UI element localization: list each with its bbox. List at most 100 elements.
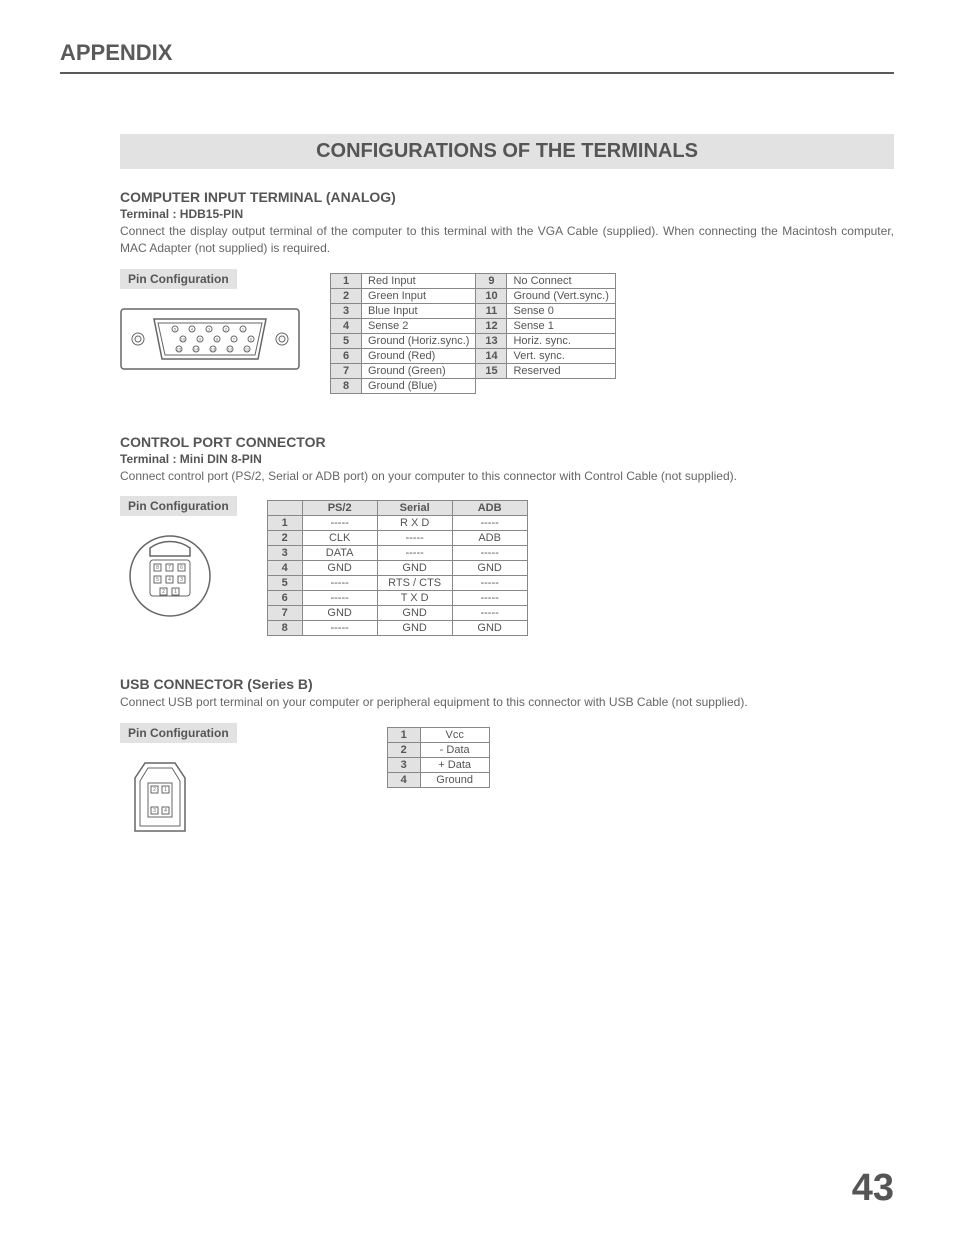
pin-value: DATA — [302, 546, 377, 561]
svg-text:2: 2 — [153, 787, 156, 793]
pin-number: 1 — [331, 273, 362, 288]
pin-number: 1 — [267, 516, 302, 531]
terminal-line: Terminal : Mini DIN 8-PIN — [120, 452, 894, 466]
pin-label: Ground (Vert.sync.) — [507, 288, 615, 303]
pin-label: Blue Input — [362, 303, 476, 318]
pin-value: GND — [302, 606, 377, 621]
minidin8-diagram: 876 543 21 — [120, 526, 237, 626]
svg-text:8: 8 — [216, 336, 219, 341]
pin-value: ----- — [302, 591, 377, 606]
pin-value: ----- — [302, 516, 377, 531]
pin-value: ADB — [452, 531, 527, 546]
description: Connect USB port terminal on your comput… — [120, 694, 894, 711]
svg-text:13: 13 — [211, 346, 216, 351]
section-computer-input: COMPUTER INPUT TERMINAL (ANALOG) Termina… — [120, 189, 894, 394]
pin-number: 6 — [267, 591, 302, 606]
description: Connect the display output terminal of t… — [120, 223, 894, 257]
minidin8-pin-table: PS/2SerialADB1-----R X D-----2CLK-----AD… — [267, 500, 528, 636]
pin-config-block: Pin Configuration 21 34 — [120, 723, 237, 843]
pin-number: 2 — [331, 288, 362, 303]
pin-label: Ground (Horiz.sync.) — [362, 333, 476, 348]
svg-text:5: 5 — [174, 326, 177, 331]
pin-value: GND — [452, 621, 527, 636]
col-header: PS/2 — [302, 501, 377, 516]
sub-title: COMPUTER INPUT TERMINAL (ANALOG) — [120, 189, 894, 205]
svg-text:7: 7 — [168, 565, 171, 571]
pin-label: Ground (Red) — [362, 348, 476, 363]
hdb15-diagram: 54321 109876 1514131211 — [120, 299, 300, 379]
pin-config-block: Pin Configuration 54321 109876 — [120, 269, 300, 379]
pin-label: Red Input — [362, 273, 476, 288]
pin-config-block: Pin Configuration 876 543 — [120, 496, 237, 626]
pin-value: GND — [377, 606, 452, 621]
pin-label: Sense 1 — [507, 318, 615, 333]
description: Connect control port (PS/2, Serial or AD… — [120, 468, 894, 485]
pin-number: 12 — [476, 318, 507, 333]
pin-value: ----- — [452, 606, 527, 621]
pin-label: Horiz. sync. — [507, 333, 615, 348]
pin-number: 4 — [267, 561, 302, 576]
pin-label: Sense 0 — [507, 303, 615, 318]
pin-config-label: Pin Configuration — [120, 723, 237, 743]
svg-text:3: 3 — [180, 577, 183, 583]
pin-number: 3 — [331, 303, 362, 318]
svg-text:6: 6 — [180, 565, 183, 571]
section-title: CONFIGURATIONS OF THE TERMINALS — [120, 134, 894, 169]
svg-text:4: 4 — [191, 326, 194, 331]
pin-label: Ground — [420, 773, 489, 788]
pin-config-label: Pin Configuration — [120, 496, 237, 516]
svg-text:1: 1 — [174, 589, 177, 595]
pin-number: 7 — [331, 363, 362, 378]
svg-text:3: 3 — [153, 808, 156, 814]
pin-config-label: Pin Configuration — [120, 269, 237, 289]
pin-value: CLK — [302, 531, 377, 546]
svg-text:4: 4 — [168, 577, 171, 583]
pin-value: RTS / CTS — [377, 576, 452, 591]
pin-value: ----- — [452, 516, 527, 531]
page-number: 43 — [852, 1167, 894, 1210]
pin-value: ----- — [377, 546, 452, 561]
svg-text:2: 2 — [225, 326, 228, 331]
svg-text:12: 12 — [228, 346, 233, 351]
pin-number: 8 — [331, 378, 362, 393]
col-header: ADB — [452, 501, 527, 516]
svg-text:3: 3 — [208, 326, 211, 331]
pin-value: GND — [377, 621, 452, 636]
pin-number: 2 — [387, 743, 420, 758]
svg-text:1: 1 — [242, 326, 245, 331]
hdb15-pin-table: 1Red Input9No Connect2Green Input10Groun… — [330, 273, 616, 394]
pin-number: 15 — [476, 363, 507, 378]
svg-text:2: 2 — [162, 589, 165, 595]
pin-label: Ground (Green) — [362, 363, 476, 378]
pin-value: GND — [452, 561, 527, 576]
pin-number: 13 — [476, 333, 507, 348]
pin-value: ----- — [377, 531, 452, 546]
svg-text:1: 1 — [164, 787, 167, 793]
col-header: Serial — [377, 501, 452, 516]
pin-number: 1 — [387, 728, 420, 743]
pin-number: 4 — [331, 318, 362, 333]
pin-number: 5 — [331, 333, 362, 348]
pin-number: 4 — [387, 773, 420, 788]
pin-number: 5 — [267, 576, 302, 591]
pin-number: 8 — [267, 621, 302, 636]
section-usb: USB CONNECTOR (Series B) Connect USB por… — [120, 676, 894, 843]
pin-value: R X D — [377, 516, 452, 531]
section-control-port: CONTROL PORT CONNECTOR Terminal : Mini D… — [120, 434, 894, 637]
terminal-line: Terminal : HDB15-PIN — [120, 207, 894, 221]
pin-value: ----- — [302, 576, 377, 591]
pin-number: 3 — [267, 546, 302, 561]
usb-pin-table: 1Vcc2- Data3+ Data4Ground — [387, 727, 490, 788]
pin-label: Ground (Blue) — [362, 378, 476, 393]
pin-label: - Data — [420, 743, 489, 758]
pin-value: ----- — [452, 591, 527, 606]
pin-label: + Data — [420, 758, 489, 773]
pin-value: ----- — [452, 546, 527, 561]
pin-number: 2 — [267, 531, 302, 546]
pin-number: 9 — [476, 273, 507, 288]
pin-number: 6 — [331, 348, 362, 363]
sub-title: CONTROL PORT CONNECTOR — [120, 434, 894, 450]
pin-number: 3 — [387, 758, 420, 773]
svg-text:5: 5 — [156, 577, 159, 583]
svg-text:14: 14 — [194, 346, 199, 351]
